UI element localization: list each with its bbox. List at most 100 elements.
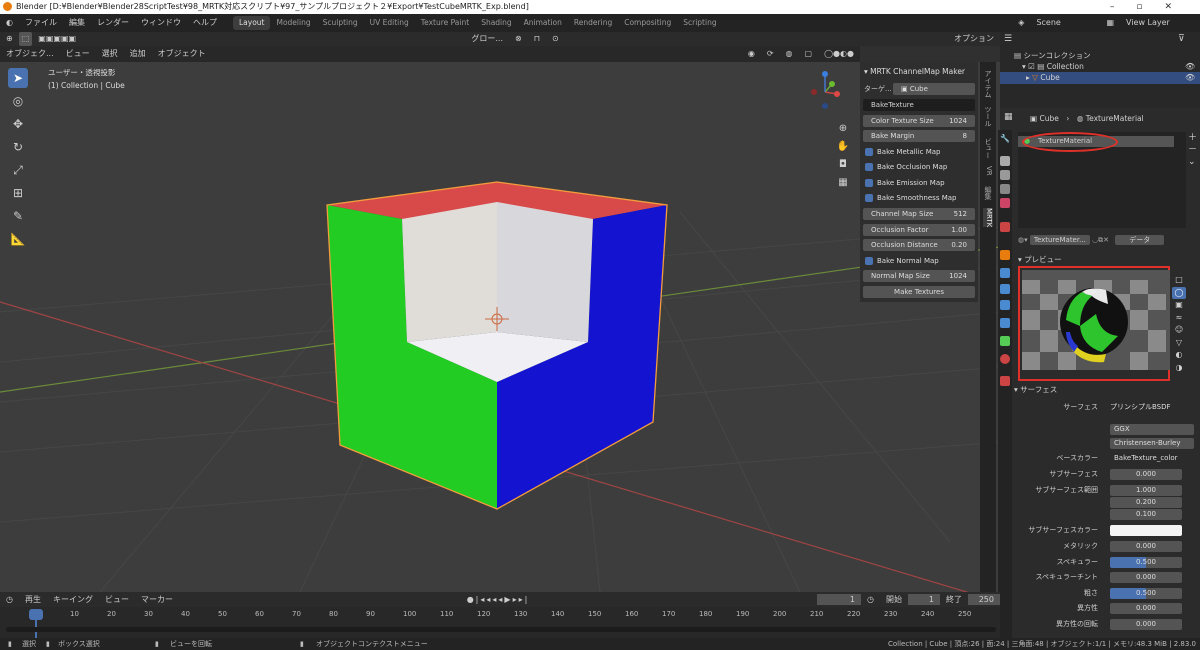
xray-icon[interactable]: ▢ xyxy=(799,46,819,62)
shading-modes-icon[interactable]: ◯●◐● xyxy=(818,46,860,62)
tab-vr[interactable]: VR xyxy=(983,166,993,176)
tab-compositing[interactable]: Compositing xyxy=(618,16,677,30)
tab-animation[interactable]: Animation xyxy=(518,16,568,30)
3d-viewport[interactable]: ユーザー・透視投影 (1) Collection | Cube ⊕ ✋ ◘ ▦ xyxy=(0,62,1000,592)
scale-tool-icon[interactable]: ⤢ xyxy=(8,160,28,180)
scene-tab-icon[interactable] xyxy=(1000,198,1010,208)
select-mode-icons[interactable]: ▣▣▣▣▣ xyxy=(32,32,82,46)
playhead[interactable] xyxy=(29,609,43,620)
bake-texture-name-field[interactable]: BakeTexture xyxy=(863,99,975,111)
bake-occlusion-checkbox[interactable]: Bake Occlusion Map xyxy=(863,161,975,173)
pivot-icon[interactable]: ⊗ xyxy=(509,32,528,46)
end-frame-field[interactable]: 250 xyxy=(968,594,1000,605)
editor-type-icon[interactable]: ⊕ xyxy=(0,32,19,46)
viewlayer-selector[interactable]: View Layer xyxy=(1120,14,1200,32)
menu-window[interactable]: ウィンドウ xyxy=(135,14,187,32)
constraints-tab-icon[interactable] xyxy=(1000,318,1010,328)
tab-edit[interactable]: 編集 xyxy=(983,186,993,200)
panel-title[interactable]: ▾ MRTK ChannelMap Maker xyxy=(864,67,965,76)
material-slot-list[interactable]: ● TextureMaterial xyxy=(1018,132,1186,228)
start-frame-field[interactable]: 1 xyxy=(908,594,940,605)
occlusion-factor-field[interactable]: Occlusion Factor 1.00 xyxy=(863,224,975,236)
tab-shading[interactable]: Shading xyxy=(475,16,517,30)
editor-type-icon[interactable]: ◐ xyxy=(0,14,19,32)
select-box-tool-icon[interactable]: ➤ xyxy=(8,68,28,88)
menu-keying[interactable]: キーイング xyxy=(47,592,99,607)
modifier-tab-icon[interactable] xyxy=(1000,268,1010,278)
object-tab-icon[interactable] xyxy=(1000,250,1010,260)
overlay-icon[interactable]: ◍ xyxy=(780,46,799,62)
timeline-scrollbar[interactable] xyxy=(6,627,996,632)
subsurface-method-dropdown[interactable]: Christensen-Burley xyxy=(1110,438,1194,449)
tab-layout[interactable]: Layout xyxy=(232,16,271,30)
tab-tool[interactable]: ツール xyxy=(983,106,993,127)
menu-file[interactable]: ファイル xyxy=(19,14,63,32)
move-tool-icon[interactable]: ✥ xyxy=(8,114,28,134)
channel-map-size-field[interactable]: Channel Map Size 512 xyxy=(863,208,975,220)
annotate-tool-icon[interactable]: ✎ xyxy=(8,206,28,226)
navigation-gizmo[interactable] xyxy=(805,70,845,110)
properties-editor-icon[interactable]: ▦ xyxy=(1004,112,1013,122)
menu-render[interactable]: レンダー xyxy=(91,14,135,32)
tab-sculpting[interactable]: Sculpting xyxy=(317,16,364,30)
subsurface-field[interactable]: 0.000 xyxy=(1110,469,1182,480)
particles-tab-icon[interactable] xyxy=(1000,284,1010,294)
material-browse-icon[interactable]: ◍▾ xyxy=(1018,236,1028,244)
physics-tab-icon[interactable] xyxy=(1000,300,1010,310)
data-tab-icon[interactable] xyxy=(1000,336,1010,346)
normal-map-size-field[interactable]: Normal Map Size 1024 xyxy=(863,270,975,282)
select-tool-icon[interactable]: ⬚ xyxy=(18,32,33,46)
visibility-eye-icon-cube[interactable]: 👁 xyxy=(1185,73,1195,82)
preview-section-header[interactable]: ▾ プレビュー xyxy=(1018,254,1062,265)
outliner-scene-collection[interactable]: ▤ シーンコレクション xyxy=(1014,50,1091,61)
bake-normal-checkbox[interactable]: Bake Normal Map xyxy=(863,255,975,267)
rotate-tool-icon[interactable]: ↻ xyxy=(8,137,28,157)
bake-margin-field[interactable]: Bake Margin 8 xyxy=(863,130,975,142)
occlusion-distance-field[interactable]: Occlusion Distance 0.20 xyxy=(863,239,975,251)
current-frame-field[interactable]: 1 xyxy=(817,594,862,605)
subsurface-color-swatch[interactable] xyxy=(1110,525,1182,536)
tab-scripting[interactable]: Scripting xyxy=(677,16,722,30)
mode-selector[interactable]: オブジェク... xyxy=(0,46,60,62)
menu-view[interactable]: ビュー xyxy=(60,46,96,62)
fake-user-icon[interactable]: ◡⧉✕ xyxy=(1092,236,1109,244)
tab-view[interactable]: ビュー xyxy=(983,138,993,159)
snap-icon[interactable]: ⊓ xyxy=(528,32,546,46)
texture-tab-icon[interactable] xyxy=(1000,376,1010,386)
slot-buttons[interactable]: ＋－ ⌄ xyxy=(1188,132,1197,168)
proportional-edit-icon[interactable]: ⊙ xyxy=(546,32,565,46)
surface-section-header[interactable]: ▾ サーフェス xyxy=(1014,384,1057,395)
menu-marker[interactable]: マーカー xyxy=(135,592,179,607)
bake-emission-checkbox[interactable]: Bake Emission Map xyxy=(863,177,975,189)
specular-tint-field[interactable]: 0.000 xyxy=(1110,572,1182,583)
subsurface-radius-x[interactable]: 1.000 xyxy=(1110,485,1182,496)
preview-shape-buttons[interactable]: □ ◯ ▣ ≈ ☺ ▽ ◐ ◑ xyxy=(1172,274,1186,374)
window-controls[interactable]: –▫✕ xyxy=(1110,0,1194,14)
subsurface-radius-y[interactable]: 0.200 xyxy=(1110,497,1182,508)
menu-timeline-view[interactable]: ビュー xyxy=(99,592,135,607)
link-dropdown[interactable]: データ xyxy=(1115,235,1165,245)
distribution-dropdown[interactable]: GGX xyxy=(1110,424,1194,435)
tab-mrtk[interactable]: MRTK xyxy=(983,208,993,228)
subsurface-radius-z[interactable]: 0.100 xyxy=(1110,509,1182,520)
gizmo-icon[interactable]: ⟳ xyxy=(761,46,780,62)
outliner-collection[interactable]: ▾ ☑ ▤ Collection xyxy=(1022,62,1084,71)
cube-mesh[interactable] xyxy=(326,181,668,510)
material-tab-icon[interactable] xyxy=(1000,354,1010,364)
menu-edit[interactable]: 編集 xyxy=(63,14,91,32)
visibility-eye-icon[interactable]: 👁 xyxy=(1185,62,1195,71)
tab-item[interactable]: アイテム xyxy=(983,70,993,98)
outliner-cube-row[interactable]: ▸ ▽ Cube xyxy=(1000,72,1200,84)
anisotropic-field[interactable]: 0.000 xyxy=(1110,603,1182,614)
anisotropic-rotation-field[interactable]: 0.000 xyxy=(1110,619,1182,630)
tab-texture-paint[interactable]: Texture Paint xyxy=(415,16,475,30)
view-layer-tab-icon[interactable] xyxy=(1000,184,1010,194)
transform-tool-icon[interactable]: ⊞ xyxy=(8,183,28,203)
metallic-field[interactable]: 0.000 xyxy=(1110,541,1182,552)
surface-shader-field[interactable]: プリンシプルBSDF xyxy=(1110,402,1182,413)
transform-orientation[interactable]: グロー... xyxy=(465,32,509,46)
tab-rendering[interactable]: Rendering xyxy=(568,16,618,30)
roughness-field[interactable]: 0.500 xyxy=(1110,588,1182,599)
tab-modeling[interactable]: Modeling xyxy=(270,16,316,30)
cursor-tool-icon[interactable]: ◎ xyxy=(8,91,28,111)
